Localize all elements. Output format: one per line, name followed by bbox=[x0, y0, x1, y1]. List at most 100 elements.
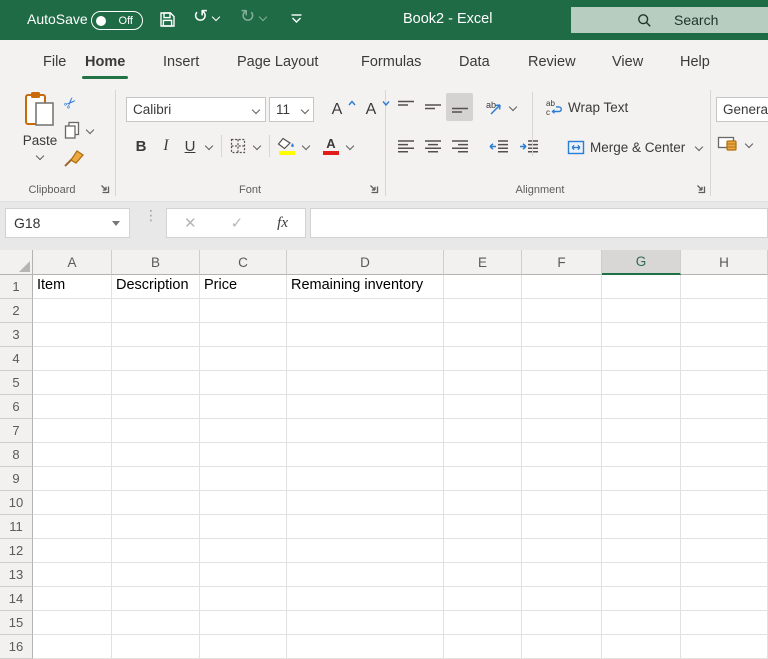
underline-dropdown-chevron-icon[interactable] bbox=[204, 142, 214, 151]
cell-A4[interactable] bbox=[33, 347, 112, 371]
cell-G6[interactable] bbox=[602, 395, 681, 419]
tab-home[interactable]: Home bbox=[73, 40, 137, 84]
cell-A14[interactable] bbox=[33, 587, 112, 611]
column-header-B[interactable]: B bbox=[112, 250, 200, 275]
cell-B15[interactable] bbox=[112, 611, 200, 635]
cell-E2[interactable] bbox=[444, 299, 522, 323]
tab-data[interactable]: Data bbox=[447, 40, 502, 84]
cancel-button[interactable]: ✕ bbox=[184, 214, 197, 232]
cell-G11[interactable] bbox=[602, 515, 681, 539]
format-painter-button[interactable] bbox=[62, 146, 86, 168]
cell-A5[interactable] bbox=[33, 371, 112, 395]
cell-C1[interactable]: Price bbox=[200, 275, 287, 299]
cell-A2[interactable] bbox=[33, 299, 112, 323]
row-header-4[interactable]: 4 bbox=[0, 347, 33, 371]
cell-C9[interactable] bbox=[200, 467, 287, 491]
top-align-button[interactable] bbox=[392, 93, 419, 121]
cell-G9[interactable] bbox=[602, 467, 681, 491]
column-header-G[interactable]: G bbox=[602, 250, 681, 275]
cell-C6[interactable] bbox=[200, 395, 287, 419]
cell-H5[interactable] bbox=[681, 371, 768, 395]
tab-formulas[interactable]: Formulas bbox=[349, 40, 433, 84]
formula-input[interactable] bbox=[310, 208, 768, 238]
cell-C15[interactable] bbox=[200, 611, 287, 635]
cell-F10[interactable] bbox=[522, 491, 602, 515]
alignment-dialog-launcher-icon[interactable] bbox=[694, 182, 707, 195]
cell-G8[interactable] bbox=[602, 443, 681, 467]
cell-G5[interactable] bbox=[602, 371, 681, 395]
cell-F14[interactable] bbox=[522, 587, 602, 611]
cell-E8[interactable] bbox=[444, 443, 522, 467]
cell-B7[interactable] bbox=[112, 419, 200, 443]
cell-B2[interactable] bbox=[112, 299, 200, 323]
cell-C13[interactable] bbox=[200, 563, 287, 587]
decrease-indent-button[interactable] bbox=[487, 139, 511, 155]
merge-center-button[interactable]: Merge & Center bbox=[567, 140, 704, 155]
accounting-format-button[interactable] bbox=[717, 135, 754, 152]
align-right-button[interactable] bbox=[446, 133, 473, 161]
row-header-12[interactable]: 12 bbox=[0, 539, 33, 563]
increase-font-size-button[interactable]: A bbox=[326, 99, 356, 119]
cell-F11[interactable] bbox=[522, 515, 602, 539]
cell-A1[interactable]: Item bbox=[33, 275, 112, 299]
cell-H9[interactable] bbox=[681, 467, 768, 491]
cell-D12[interactable] bbox=[287, 539, 444, 563]
font-name-combo[interactable]: Calibri bbox=[126, 97, 266, 122]
cell-F1[interactable] bbox=[522, 275, 602, 299]
row-header-1[interactable]: 1 bbox=[0, 275, 33, 299]
undo-dropdown-chevron-icon[interactable] bbox=[211, 13, 221, 22]
cell-D15[interactable] bbox=[287, 611, 444, 635]
accounting-chevron-icon[interactable] bbox=[744, 139, 754, 148]
search-box[interactable]: Search bbox=[571, 7, 768, 33]
cell-A6[interactable] bbox=[33, 395, 112, 419]
cell-A12[interactable] bbox=[33, 539, 112, 563]
cell-F6[interactable] bbox=[522, 395, 602, 419]
column-header-D[interactable]: D bbox=[287, 250, 444, 275]
borders-button[interactable] bbox=[229, 137, 247, 155]
cell-G14[interactable] bbox=[602, 587, 681, 611]
cell-E9[interactable] bbox=[444, 467, 522, 491]
cell-B16[interactable] bbox=[112, 635, 200, 659]
cell-A11[interactable] bbox=[33, 515, 112, 539]
orientation-chevron-icon[interactable] bbox=[508, 103, 518, 112]
cell-D11[interactable] bbox=[287, 515, 444, 539]
tab-file[interactable]: File bbox=[31, 40, 78, 84]
tab-page-layout[interactable]: Page Layout bbox=[225, 40, 330, 84]
font-size-combo[interactable]: 11 bbox=[269, 97, 314, 122]
cell-E15[interactable] bbox=[444, 611, 522, 635]
number-format-combo[interactable]: General bbox=[716, 97, 768, 122]
save-button[interactable] bbox=[158, 10, 177, 29]
cell-G13[interactable] bbox=[602, 563, 681, 587]
cell-G15[interactable] bbox=[602, 611, 681, 635]
cell-A7[interactable] bbox=[33, 419, 112, 443]
cell-C5[interactable] bbox=[200, 371, 287, 395]
cell-H10[interactable] bbox=[681, 491, 768, 515]
bold-button[interactable]: B bbox=[130, 138, 152, 155]
redo-dropdown-chevron-icon[interactable] bbox=[258, 13, 268, 22]
align-left-button[interactable] bbox=[392, 133, 419, 161]
cell-A3[interactable] bbox=[33, 323, 112, 347]
row-header-10[interactable]: 10 bbox=[0, 491, 33, 515]
cell-B13[interactable] bbox=[112, 563, 200, 587]
cell-B12[interactable] bbox=[112, 539, 200, 563]
row-header-2[interactable]: 2 bbox=[0, 299, 33, 323]
cell-D14[interactable] bbox=[287, 587, 444, 611]
copy-dropdown-chevron-icon[interactable] bbox=[85, 126, 95, 135]
fill-color-button[interactable] bbox=[277, 137, 296, 155]
cell-E6[interactable] bbox=[444, 395, 522, 419]
cell-G7[interactable] bbox=[602, 419, 681, 443]
row-header-16[interactable]: 16 bbox=[0, 635, 33, 659]
cell-F8[interactable] bbox=[522, 443, 602, 467]
cell-D9[interactable] bbox=[287, 467, 444, 491]
orientation-button[interactable]: ab bbox=[485, 98, 505, 116]
cell-H3[interactable] bbox=[681, 323, 768, 347]
column-header-C[interactable]: C bbox=[200, 250, 287, 275]
font-color-chevron-icon[interactable] bbox=[345, 142, 355, 151]
cell-H4[interactable] bbox=[681, 347, 768, 371]
cell-A16[interactable] bbox=[33, 635, 112, 659]
row-header-13[interactable]: 13 bbox=[0, 563, 33, 587]
cell-H1[interactable] bbox=[681, 275, 768, 299]
paste-button[interactable]: Paste bbox=[14, 90, 66, 182]
cell-B11[interactable] bbox=[112, 515, 200, 539]
tab-review[interactable]: Review bbox=[516, 40, 588, 84]
